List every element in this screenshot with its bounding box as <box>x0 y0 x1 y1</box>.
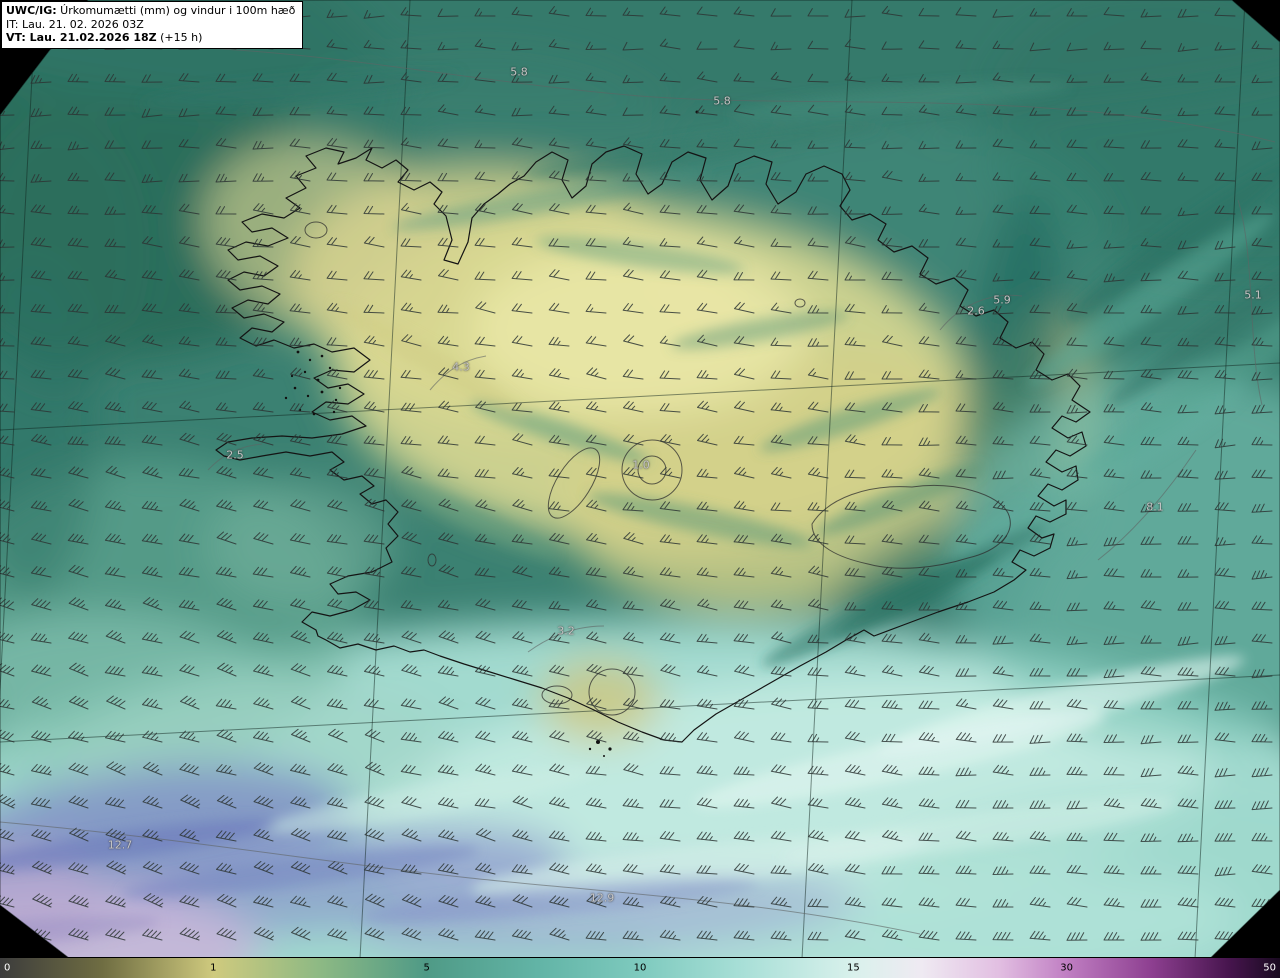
valid-time: VT: Lau. 21.02.2026 18Z <box>6 31 157 44</box>
title-line-valid-time: VT: Lau. 21.02.2026 18Z (+15 h) <box>6 31 295 45</box>
colorbar-tick-label: 0 <box>4 962 11 974</box>
precipitation-colorbar: 0 1 5 10 15 30 50 <box>0 957 1280 978</box>
title-line-init-time: IT: Lau. 21. 02. 2026 03Z <box>6 17 144 31</box>
colorbar-tick-label: 50 <box>1263 962 1276 974</box>
map-canvas <box>0 0 1280 978</box>
colorbar-tick-label: 10 <box>633 962 647 974</box>
colorbar-tick-label: 1 <box>210 962 217 974</box>
product-id: UWC/IG: <box>6 4 57 17</box>
colorbar-tick-label: 30 <box>1060 962 1074 974</box>
colorbar-tick-label: 5 <box>423 962 430 974</box>
title-box: UWC/IG: Úrkomumætti (mm) og vindur i 100… <box>1 1 304 49</box>
colorbar-tick-label: 15 <box>846 962 860 974</box>
valid-time-offset: (+15 h) <box>156 31 203 44</box>
product-description: Úrkomumætti (mm) og vindur i 100m hæð <box>56 4 296 17</box>
weather-map-view: 5.8 5.8 5.9 2.6 5.1 4.3 2.5 1.0 8.1 3.2 12.7 12.9 U… <box>0 0 1280 978</box>
title-line-product: UWC/IG: Úrkomumætti (mm) og vindur i 100… <box>6 4 295 18</box>
